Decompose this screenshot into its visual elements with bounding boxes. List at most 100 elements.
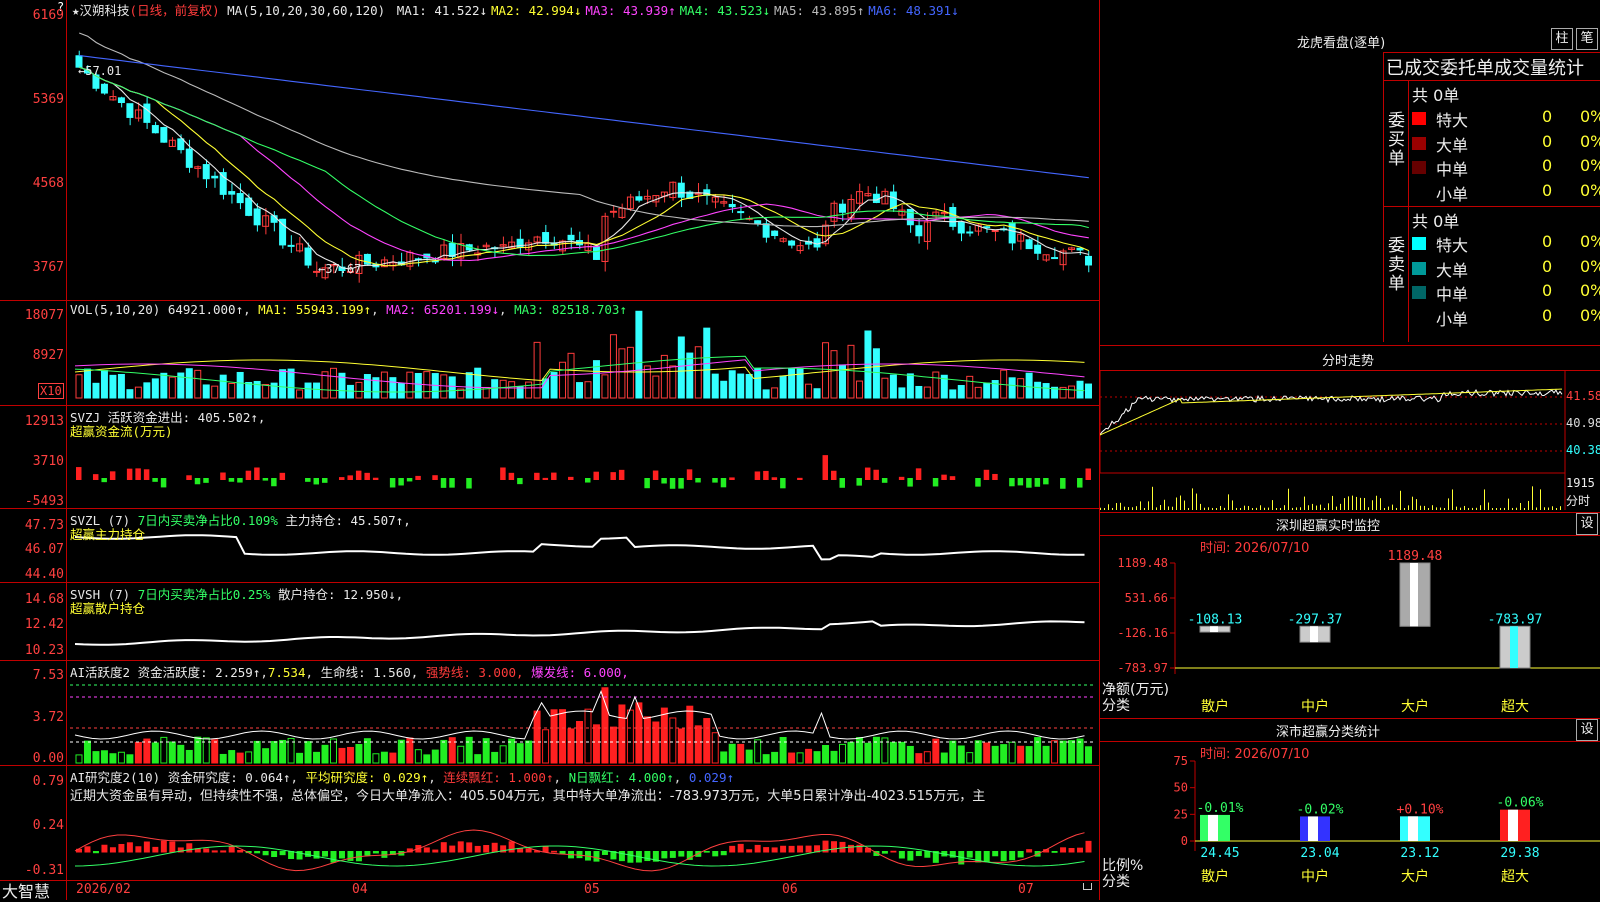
intraday-volume-bar [1472, 507, 1473, 510]
volume-bar [805, 383, 813, 399]
activity-bar [1059, 740, 1067, 764]
research-bar [440, 842, 447, 853]
volume-bar [923, 386, 931, 399]
activity-bar [796, 752, 804, 764]
svzl-tick: 46.07 [24, 542, 64, 557]
candle [991, 230, 999, 233]
activity-bar [957, 745, 965, 764]
candle [185, 148, 193, 168]
volume-bar [194, 369, 202, 399]
research-bar [1085, 840, 1092, 853]
research-bar [118, 843, 125, 853]
tick-view-button[interactable]: 笔 [1576, 28, 1598, 50]
activity-bar [262, 748, 270, 764]
fund-flow-bar [873, 469, 879, 480]
intraday-volume-bar [1488, 502, 1489, 510]
ai-res-legend: AI研究度2(10) 资金研究度: 0.064↑, 平均研究度: 0.029↑,… [70, 770, 735, 785]
activity-bar [601, 687, 609, 764]
volume-bar [855, 380, 863, 399]
volume-bar [915, 385, 923, 399]
volume-bar [448, 376, 456, 399]
volume-bar [762, 389, 770, 399]
candle [788, 240, 796, 246]
intraday-volume-bar [1320, 504, 1321, 510]
research-bar [186, 843, 193, 853]
activity-bar [304, 741, 312, 764]
activity-bar [338, 747, 346, 764]
kline-mode[interactable]: (日线，前复权) [130, 3, 220, 18]
fund-flow-bar [771, 477, 778, 480]
research-bar [474, 845, 481, 853]
research-bar [907, 851, 914, 861]
fund-flow-bar [160, 478, 167, 488]
fund-flow-bar [695, 478, 701, 483]
activity-bar [559, 709, 567, 764]
intraday-volume-bar [1312, 503, 1313, 510]
monitor-settings-button[interactable]: 设 [1576, 513, 1598, 535]
research-bar [881, 851, 888, 854]
volume-bar [983, 382, 991, 399]
activity-bar [1025, 746, 1033, 764]
stats2-settings-button[interactable]: 设 [1576, 719, 1598, 741]
ma-line-2 [79, 66, 1090, 267]
order-count: 0 [1542, 305, 1553, 325]
volume-bar [304, 382, 312, 399]
bar-view-button[interactable]: 柱 [1551, 28, 1573, 50]
intraday-tick: 41.58 [1566, 389, 1600, 403]
stock-name[interactable]: 汉朔科技 [80, 3, 130, 18]
volume-bar [380, 371, 388, 399]
fund-flow-bar [1077, 478, 1083, 488]
activity-bar [754, 739, 762, 764]
activity-bar [643, 716, 651, 764]
volume-bar [737, 373, 745, 399]
research-bar [1009, 851, 1016, 861]
intraday-volume-bar [1212, 507, 1213, 510]
activity-bar [1017, 745, 1025, 764]
research-bar [143, 841, 150, 853]
ma-item-3: MA3: 43.939↑ [585, 3, 676, 18]
intraday-volume-bar [1396, 507, 1397, 510]
order-pct: 0% [1580, 256, 1600, 276]
volume-bar [75, 374, 83, 399]
intraday-volume-bar [1416, 499, 1417, 510]
monitor-value-label: -297.37 [1288, 612, 1343, 627]
activity-bar [516, 743, 524, 764]
ratio-bar-highlight [1408, 816, 1418, 841]
stats2-tick-label: 50 [1174, 781, 1188, 795]
activity-bar [92, 751, 100, 764]
intraday-chart[interactable] [1100, 370, 1600, 510]
stats2-title: 深市超赢分类统计 [1276, 725, 1381, 740]
monitor-value-label: 1189.48 [1388, 549, 1443, 564]
intraday-volume-bar [1136, 506, 1137, 510]
volume-bar [525, 381, 533, 399]
fund-flow-bar [907, 478, 913, 487]
activity-bar [168, 741, 176, 764]
lock-icon[interactable] [1083, 883, 1092, 890]
volume-bar [694, 346, 702, 399]
activity-bar [940, 752, 948, 764]
volume-bar [313, 382, 321, 399]
activity-bar [771, 751, 779, 764]
research-bar [805, 845, 812, 853]
fund-flow-bar [678, 478, 684, 489]
fund-flow-bar [915, 468, 922, 480]
intraday-volume-bar [1500, 507, 1501, 510]
intraday-volume-bar [1140, 501, 1141, 510]
intraday-volume-bar [1392, 504, 1393, 510]
intraday-volume-bar [1288, 488, 1289, 510]
activity-bar [279, 739, 287, 764]
volume-bar [100, 370, 108, 399]
volume-bar [932, 371, 940, 399]
candle [287, 244, 295, 247]
research-bar [618, 851, 625, 862]
volume-bar [609, 334, 617, 399]
activity-bar [109, 753, 117, 764]
intraday-volume-bar [1556, 508, 1557, 510]
activity-bar [440, 739, 448, 764]
activity-bar [160, 736, 168, 764]
candle [872, 193, 880, 203]
candle [236, 193, 244, 204]
activity-bar [864, 742, 872, 764]
fund-flow-bar [864, 467, 871, 480]
order-row: 大单 0 0% [1412, 256, 1600, 280]
